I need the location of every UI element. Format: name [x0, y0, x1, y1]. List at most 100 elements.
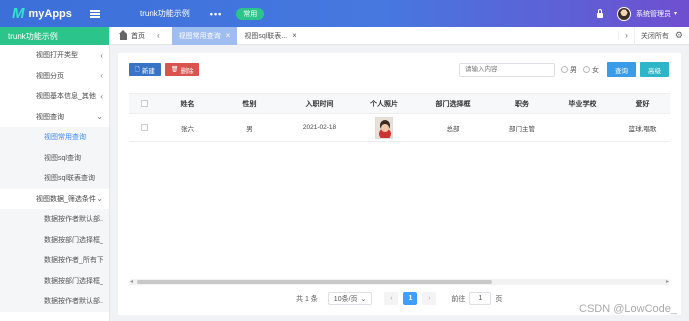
page-size-select[interactable]: 10条/页 ⌄: [327, 292, 373, 305]
app-logo[interactable]: M myApps: [0, 5, 118, 22]
scroll-left-arrow-icon[interactable]: ◂: [130, 278, 133, 285]
radio-female[interactable]: 女: [583, 65, 599, 75]
sidebar-item-label: 视图分页: [36, 72, 64, 80]
pagination: 共 1 条 10条/页 ⌄ ‹ 1 › 前往 1 页: [296, 292, 502, 305]
sidebar-item-view-pagination[interactable]: 视图分页 ‹: [0, 66, 109, 87]
tab-label: 视图sql联表...: [244, 32, 288, 40]
chevron-down-icon: ⌄: [360, 295, 367, 303]
trash-icon: 🗑: [170, 67, 179, 73]
table-cell-gender: 男: [246, 125, 253, 133]
more-menu-icon[interactable]: •••: [210, 9, 222, 19]
sidebar-item-view-query[interactable]: 视图查询 ⌄: [0, 107, 109, 128]
sidebar-item-label: 视图打开类型: [36, 52, 78, 60]
tab-home[interactable]: 首页: [131, 31, 145, 41]
sidebar-item-filter-author-dept-2[interactable]: 数据按作者默认部...: [0, 291, 109, 312]
sidebar-item-label: 视图sql查询: [44, 154, 81, 162]
chevron-left-icon: ‹: [100, 50, 103, 60]
sidebar-item-sql-join-query[interactable]: 视图sql联表查询: [0, 168, 109, 189]
data-table: 姓名 性别 入职时间 个人照片 部门选择框 职务 毕业学校 爱好 张六 男 20…: [129, 93, 670, 142]
prev-page-button[interactable]: ‹: [384, 292, 399, 305]
tabs-bar: 首页 ‹ 视图常用查询 × 视图sql联表... × › 关闭所有 ⚙: [110, 26, 689, 45]
scrollbar-thumb[interactable]: [137, 280, 492, 284]
row-select-cell: [129, 124, 159, 131]
table-cell-hobbies: 篮球,唱歌: [628, 125, 657, 133]
page-unit-label: 页: [495, 295, 503, 303]
frequent-badge[interactable]: 常用: [236, 7, 265, 20]
search-area: 男 女 查询 高级: [459, 62, 669, 77]
sidebar-item-label: 视图常用查询: [44, 134, 86, 142]
radio-male[interactable]: 男: [561, 65, 577, 75]
search-input[interactable]: [459, 62, 555, 77]
delete-button[interactable]: 🗑 删除: [164, 63, 200, 76]
goto-page-input[interactable]: 1: [469, 292, 492, 305]
table-cell-name: 张六: [181, 125, 194, 133]
sidebar-item-filter-dept-select-2[interactable]: 数据按部门选择框_...: [0, 270, 109, 291]
scroll-right-arrow-icon[interactable]: ▸: [666, 278, 669, 285]
chevron-down-icon: ⌄: [96, 112, 103, 122]
logo-mark: M: [12, 5, 24, 22]
total-count: 共 1 条: [296, 295, 318, 303]
new-button-label: 新建: [141, 67, 155, 75]
row-checkbox[interactable]: [140, 124, 148, 131]
next-page-button[interactable]: ›: [422, 292, 437, 305]
new-button[interactable]: 🗋 新建: [129, 63, 161, 76]
page-number-current[interactable]: 1: [403, 292, 418, 305]
sidebar-item-label: 数据按作者默认部...: [44, 216, 103, 224]
personal-photo[interactable]: [375, 116, 393, 139]
radio-circle-icon: [561, 66, 568, 73]
sidebar-item-data-filter[interactable]: 视图数据_筛选条件 ⌄: [0, 189, 109, 210]
select-all-cell: [129, 100, 159, 107]
close-all-tabs-button[interactable]: 关闭所有: [633, 26, 675, 45]
column-header[interactable]: 入职时间: [283, 99, 356, 109]
column-header[interactable]: 性别: [216, 99, 283, 109]
user-name[interactable]: 系统管理员: [636, 9, 671, 19]
watermark: CSDN @LowCode_: [579, 303, 677, 315]
column-header[interactable]: 职务: [494, 99, 550, 109]
tab-common-query[interactable]: 视图常用查询 ×: [171, 26, 238, 45]
sidebar-header[interactable]: trunk功能示例: [0, 27, 109, 45]
goto-label: 前往: [451, 295, 466, 303]
home-icon[interactable]: [119, 29, 127, 40]
sidebar-item-label: 数据按作者默认部...: [44, 298, 103, 306]
column-header[interactable]: 爱好: [615, 99, 670, 109]
user-avatar[interactable]: [616, 6, 631, 21]
query-button[interactable]: 查询: [607, 62, 636, 77]
app-name: myApps: [28, 7, 72, 20]
sidebar-item-view-open-type[interactable]: 视图打开类型 ‹: [0, 45, 109, 66]
column-header[interactable]: 姓名: [159, 99, 216, 109]
sidebar-item-label: 数据按部门选择框_...: [44, 236, 103, 244]
sidebar-item-view-basic-info[interactable]: 视图基本信息_其他 ‹: [0, 86, 109, 107]
gear-icon[interactable]: ⚙: [675, 30, 689, 41]
column-header[interactable]: 毕业学校: [550, 99, 615, 109]
tabs-prev-icon[interactable]: ‹: [157, 31, 160, 40]
tab-label: 视图常用查询: [178, 32, 221, 40]
table-cell-position: 部门主管: [509, 125, 535, 133]
tab-sql-join-query[interactable]: 视图sql联表... ×: [237, 27, 303, 45]
column-header[interactable]: 部门选择框: [412, 99, 494, 109]
table-row[interactable]: 张六 男 2021-02-18 总部 部门主管 篮球,唱歌: [129, 114, 670, 142]
menu-toggle-icon[interactable]: [90, 9, 100, 18]
user-menu-caret-icon[interactable]: ▾: [674, 10, 677, 17]
tabs-next-icon[interactable]: ›: [617, 31, 634, 40]
sidebar-item-sql-query[interactable]: 视图sql查询: [0, 147, 109, 168]
select-all-checkbox[interactable]: [140, 100, 148, 107]
module-title[interactable]: trunk功能示例: [140, 8, 190, 19]
table-cell-photo: [356, 116, 412, 139]
chevron-down-icon: ⌄: [96, 194, 103, 204]
close-icon[interactable]: ×: [292, 31, 297, 40]
column-header[interactable]: 个人照片: [356, 99, 412, 109]
close-icon[interactable]: ×: [226, 31, 231, 40]
document-icon: 🗋: [135, 66, 140, 73]
lock-icon[interactable]: [596, 8, 603, 18]
table-header: 姓名 性别 入职时间 个人照片 部门选择框 职务 毕业学校 爱好: [129, 94, 670, 114]
advanced-search-button[interactable]: 高级: [640, 62, 669, 77]
horizontal-scrollbar[interactable]: ◂ ▸: [129, 279, 670, 285]
sidebar-item-label: 视图sql联表查询: [44, 175, 95, 183]
sidebar-item-filter-dept-select[interactable]: 数据按部门选择框_...: [0, 229, 109, 250]
sidebar-item-filter-author-dept[interactable]: 数据按作者默认部...: [0, 209, 109, 230]
sidebar-item-common-query[interactable]: 视图常用查询: [0, 127, 109, 148]
sidebar-item-filter-author-all[interactable]: 数据按作者_所有下...: [0, 250, 109, 271]
top-navbar: M myApps trunk功能示例 ••• 常用 系统管理员 ▾: [0, 0, 689, 27]
table-cell-department: 总部: [446, 125, 460, 133]
delete-button-label: 删除: [180, 67, 194, 75]
